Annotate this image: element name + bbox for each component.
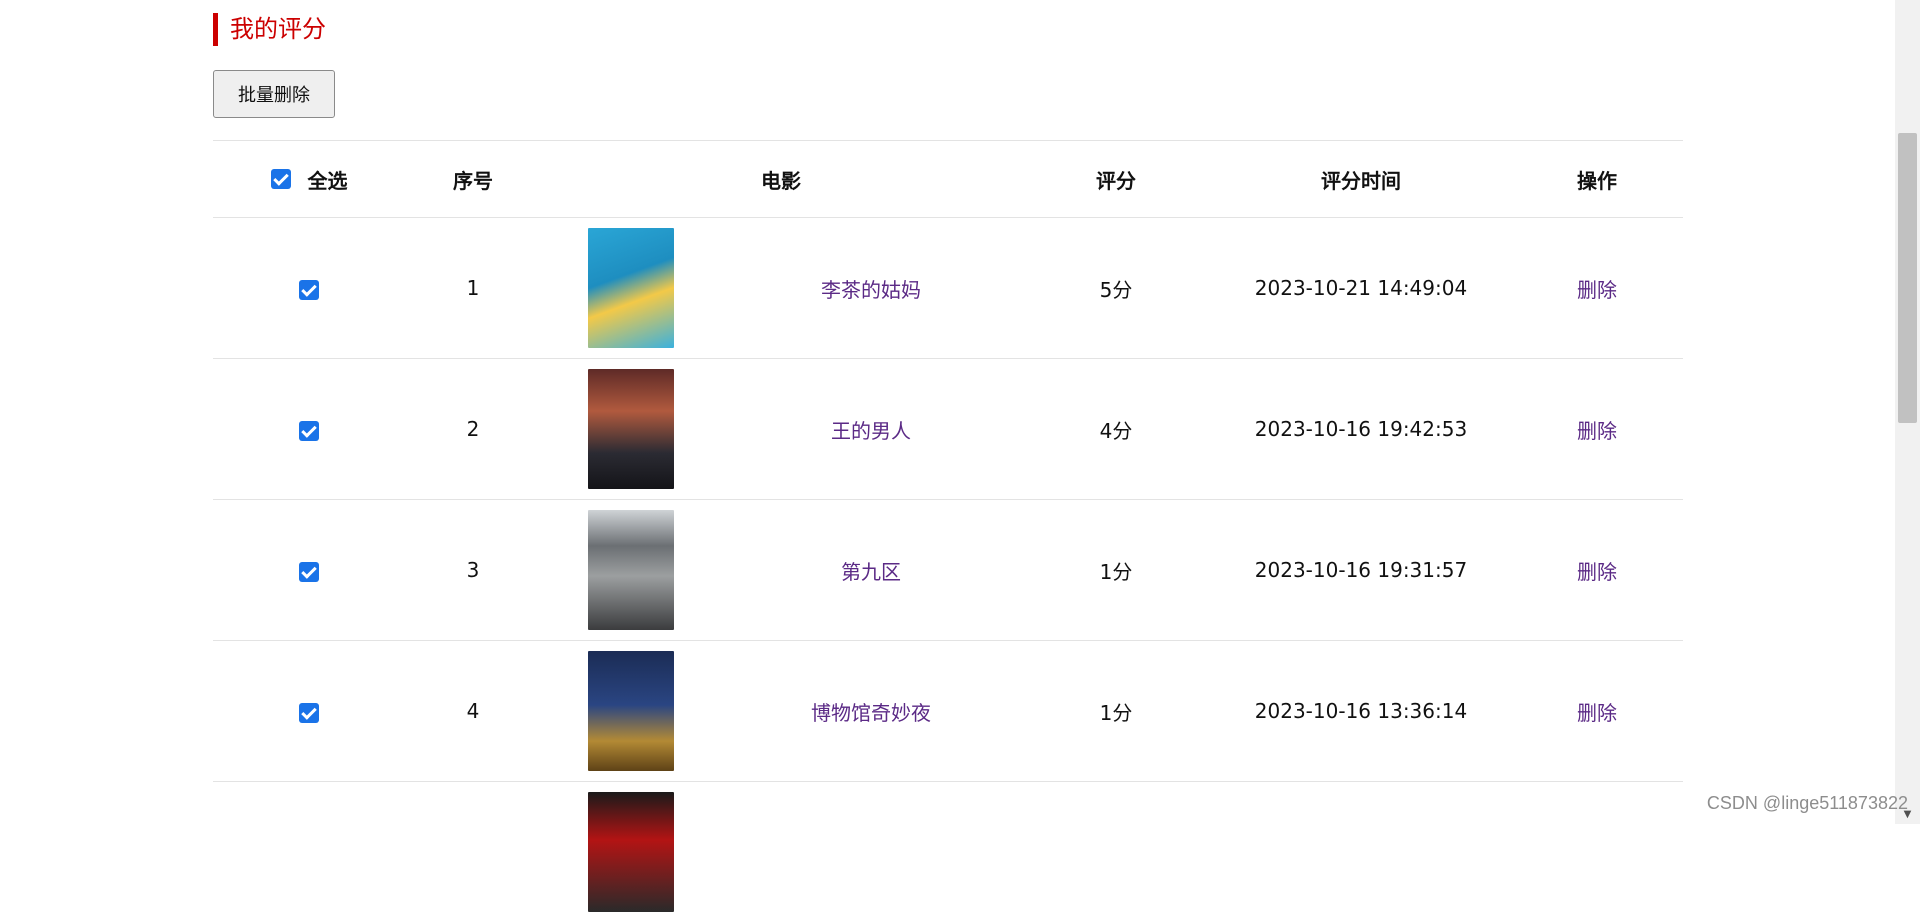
row-rated-at (1211, 781, 1511, 923)
section-title: 我的评分 (213, 13, 326, 46)
select-all-label: 全选 (307, 168, 348, 193)
movie-poster[interactable] (588, 651, 674, 771)
row-checkbox-cell (213, 217, 405, 359)
movie-cell: 王的男人 (721, 358, 1021, 500)
scrollbar-thumb[interactable] (1898, 133, 1917, 423)
rated-at-header: 评分时间 (1211, 140, 1511, 218)
movie-cell: 博物馆奇妙夜 (721, 640, 1021, 782)
action-cell: 删除 (1511, 358, 1683, 500)
delete-link[interactable]: 删除 (1577, 701, 1617, 725)
poster-cell (541, 640, 721, 782)
index-header: 序号 (405, 140, 541, 218)
row-index: 4 (405, 640, 541, 782)
table-row: 4 博物馆奇妙夜 1分 2023-10-16 13:36:14 删除 (213, 640, 1683, 782)
row-checkbox[interactable] (299, 702, 319, 723)
row-checkbox-cell (213, 781, 405, 923)
table-row: 3 第九区 1分 2023-10-16 19:31:57 删除 (213, 499, 1683, 641)
select-all-checkbox[interactable] (270, 169, 291, 189)
movie-cell: 李茶的姑妈 (721, 217, 1021, 359)
row-checkbox-cell (213, 499, 405, 641)
action-header: 操作 (1511, 140, 1683, 218)
action-cell: 删除 (1511, 217, 1683, 359)
select-all-cell: 全选 (213, 140, 405, 218)
movie-poster[interactable] (588, 510, 674, 630)
delete-link[interactable]: 删除 (1577, 278, 1617, 302)
row-rating (1021, 781, 1211, 923)
movie-link[interactable]: 博物馆奇妙夜 (811, 701, 931, 725)
row-rating: 4分 (1021, 358, 1211, 500)
poster-cell (541, 217, 721, 359)
poster-cell (541, 781, 721, 923)
movie-poster[interactable] (588, 228, 674, 348)
action-cell: 删除 (1511, 499, 1683, 641)
row-checkbox-cell (213, 640, 405, 782)
row-rated-at: 2023-10-16 19:31:57 (1211, 499, 1511, 641)
row-rated-at: 2023-10-16 19:42:53 (1211, 358, 1511, 500)
row-rated-at: 2023-10-16 13:36:14 (1211, 640, 1511, 782)
table-row: 2 王的男人 4分 2023-10-16 19:42:53 删除 (213, 358, 1683, 500)
row-checkbox[interactable] (299, 561, 319, 582)
row-checkbox[interactable] (299, 420, 319, 441)
watermark: CSDN @linge511873822 (1706, 793, 1908, 813)
movie-link[interactable]: 王的男人 (831, 419, 911, 443)
movie-poster[interactable] (588, 369, 674, 489)
movie-cell (721, 781, 1021, 923)
movie-link[interactable]: 第九区 (841, 560, 901, 584)
table-row: 1 李茶的姑妈 5分 2023-10-21 14:49:04 删除 (213, 217, 1683, 359)
rating-header: 评分 (1021, 140, 1211, 218)
movie-link[interactable]: 李茶的姑妈 (821, 278, 921, 302)
action-cell (1511, 781, 1683, 923)
poster-cell (541, 499, 721, 641)
table-row (213, 781, 1683, 923)
rating-table: 全选 序号 电影 评分 评分时间 操作 1 李茶的姑妈 5分 2023-10-2… (213, 140, 1683, 923)
row-checkbox-cell (213, 358, 405, 500)
delete-link[interactable]: 删除 (1577, 419, 1617, 443)
row-index: 1 (405, 217, 541, 359)
vertical-scrollbar[interactable]: ▼ (1895, 0, 1920, 824)
row-rating: 1分 (1021, 499, 1211, 641)
batch-delete-button[interactable]: 批量删除 (213, 70, 335, 118)
poster-cell (541, 358, 721, 500)
movie-header: 电影 (541, 140, 1021, 218)
row-rated-at: 2023-10-21 14:49:04 (1211, 217, 1511, 359)
movie-cell: 第九区 (721, 499, 1021, 641)
movie-poster[interactable] (588, 792, 674, 913)
row-checkbox[interactable] (299, 279, 319, 300)
table-header-row: 全选 序号 电影 评分 评分时间 操作 (213, 140, 1683, 218)
delete-link[interactable]: 删除 (1577, 560, 1617, 584)
row-index (405, 781, 541, 923)
action-cell: 删除 (1511, 640, 1683, 782)
row-rating: 1分 (1021, 640, 1211, 782)
row-index: 3 (405, 499, 541, 641)
row-rating: 5分 (1021, 217, 1211, 359)
row-index: 2 (405, 358, 541, 500)
